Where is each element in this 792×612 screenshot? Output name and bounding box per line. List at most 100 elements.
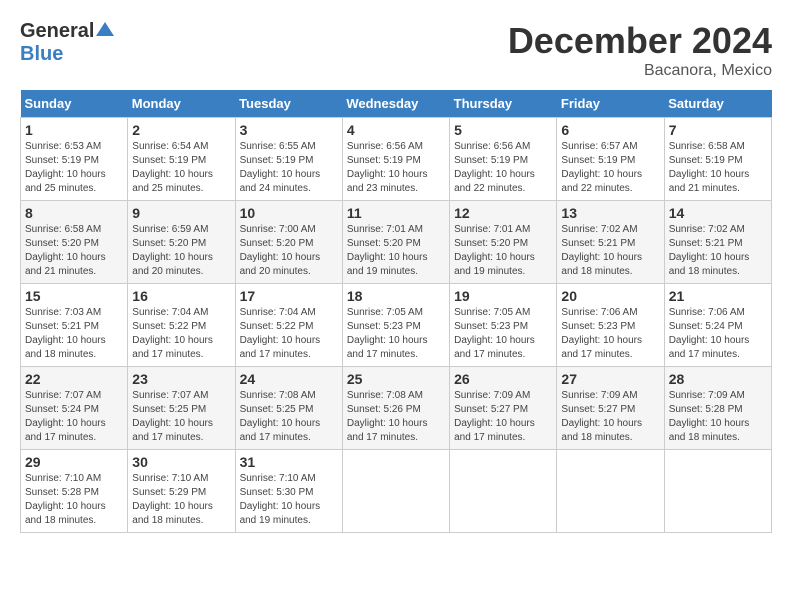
day-number: 16 <box>132 288 230 304</box>
calendar-cell: 2 Sunrise: 6:54 AM Sunset: 5:19 PM Daylig… <box>128 118 235 201</box>
calendar-week-row: 29Sunrise: 7:10 AM Sunset: 5:28 PM Dayli… <box>21 450 772 533</box>
calendar-cell: 5 Sunrise: 6:56 AM Sunset: 5:19 PM Daylig… <box>450 118 557 201</box>
day-header-friday: Friday <box>557 90 664 118</box>
day-info: Sunrise: 7:09 AM Sunset: 5:28 PM Dayligh… <box>669 389 767 445</box>
title-area: December 2024 Bacanora, Mexico <box>508 20 772 80</box>
calendar-cell: 11 Sunrise: 7:01 AM Sunset: 5:20 PM Dayli… <box>342 201 449 284</box>
day-number: 25 <box>347 371 445 387</box>
day-info: Sunrise: 6:56 AM Sunset: 5:19 PM Dayligh… <box>347 140 445 196</box>
day-info: Sunrise: 7:07 AM Sunset: 5:25 PM Dayligh… <box>132 389 230 445</box>
day-info: Sunrise: 7:02 AM Sunset: 5:21 PM Dayligh… <box>561 223 659 279</box>
calendar-cell: 12 Sunrise: 7:01 AM Sunset: 5:20 PM Dayli… <box>450 201 557 284</box>
day-info: Sunrise: 6:55 AM Sunset: 5:19 PM Dayligh… <box>240 140 338 196</box>
day-number: 21 <box>669 288 767 304</box>
day-info: Sunrise: 7:01 AM Sunset: 5:20 PM Dayligh… <box>347 223 445 279</box>
calendar-cell <box>557 450 664 533</box>
day-info: Sunrise: 7:04 AM Sunset: 5:22 PM Dayligh… <box>132 306 230 362</box>
day-number: 20 <box>561 288 659 304</box>
day-number: 15 <box>25 288 123 304</box>
calendar-cell: 14Sunrise: 7:02 AM Sunset: 5:21 PM Dayli… <box>664 201 771 284</box>
day-info: Sunrise: 6:57 AM Sunset: 5:19 PM Dayligh… <box>561 140 659 196</box>
day-info: Sunrise: 7:03 AM Sunset: 5:21 PM Dayligh… <box>25 306 123 362</box>
calendar-cell <box>342 450 449 533</box>
location-title: Bacanora, Mexico <box>508 62 772 80</box>
day-number: 11 <box>347 205 445 221</box>
calendar-cell: 4 Sunrise: 6:56 AM Sunset: 5:19 PM Daylig… <box>342 118 449 201</box>
day-number: 24 <box>240 371 338 387</box>
day-info: Sunrise: 7:10 AM Sunset: 5:29 PM Dayligh… <box>132 472 230 528</box>
logo-general-text: General <box>20 20 94 43</box>
day-info: Sunrise: 7:07 AM Sunset: 5:24 PM Dayligh… <box>25 389 123 445</box>
day-info: Sunrise: 6:53 AM Sunset: 5:19 PM Dayligh… <box>25 140 123 196</box>
day-number: 26 <box>454 371 552 387</box>
day-number: 8 <box>25 205 123 221</box>
day-number: 14 <box>669 205 767 221</box>
calendar-cell: 22 Sunrise: 7:07 AM Sunset: 5:24 PM Dayli… <box>21 367 128 450</box>
day-number: 22 <box>25 371 123 387</box>
day-info: Sunrise: 6:58 AM Sunset: 5:20 PM Dayligh… <box>25 223 123 279</box>
day-header-monday: Monday <box>128 90 235 118</box>
day-number: 19 <box>454 288 552 304</box>
calendar-cell: 19 Sunrise: 7:05 AM Sunset: 5:23 PM Dayli… <box>450 284 557 367</box>
calendar-cell: 17Sunrise: 7:04 AM Sunset: 5:22 PM Dayli… <box>235 284 342 367</box>
logo-blue-text: Blue <box>20 43 63 65</box>
day-number: 7 <box>669 122 767 138</box>
calendar-cell: 3Sunrise: 6:55 AM Sunset: 5:19 PM Daylig… <box>235 118 342 201</box>
day-number: 13 <box>561 205 659 221</box>
calendar-cell: 15 Sunrise: 7:03 AM Sunset: 5:21 PM Dayli… <box>21 284 128 367</box>
day-info: Sunrise: 7:08 AM Sunset: 5:25 PM Dayligh… <box>240 389 338 445</box>
day-number: 2 <box>132 122 230 138</box>
day-number: 23 <box>132 371 230 387</box>
day-number: 29 <box>25 454 123 470</box>
day-info: Sunrise: 7:06 AM Sunset: 5:23 PM Dayligh… <box>561 306 659 362</box>
day-info: Sunrise: 7:08 AM Sunset: 5:26 PM Dayligh… <box>347 389 445 445</box>
day-number: 5 <box>454 122 552 138</box>
calendar-cell: 20 Sunrise: 7:06 AM Sunset: 5:23 PM Dayli… <box>557 284 664 367</box>
logo: General Blue <box>20 20 114 66</box>
calendar-cell: 6 Sunrise: 6:57 AM Sunset: 5:19 PM Daylig… <box>557 118 664 201</box>
day-info: Sunrise: 6:56 AM Sunset: 5:19 PM Dayligh… <box>454 140 552 196</box>
day-number: 27 <box>561 371 659 387</box>
day-info: Sunrise: 6:58 AM Sunset: 5:19 PM Dayligh… <box>669 140 767 196</box>
calendar-cell: 8 Sunrise: 6:58 AM Sunset: 5:20 PM Daylig… <box>21 201 128 284</box>
calendar-cell: 1Sunrise: 6:53 AM Sunset: 5:19 PM Daylig… <box>21 118 128 201</box>
day-info: Sunrise: 7:09 AM Sunset: 5:27 PM Dayligh… <box>561 389 659 445</box>
calendar-week-row: 1Sunrise: 6:53 AM Sunset: 5:19 PM Daylig… <box>21 118 772 201</box>
day-info: Sunrise: 7:10 AM Sunset: 5:30 PM Dayligh… <box>240 472 338 528</box>
day-info: Sunrise: 6:54 AM Sunset: 5:19 PM Dayligh… <box>132 140 230 196</box>
calendar-cell: 7 Sunrise: 6:58 AM Sunset: 5:19 PM Daylig… <box>664 118 771 201</box>
day-number: 12 <box>454 205 552 221</box>
calendar-cell: 23 Sunrise: 7:07 AM Sunset: 5:25 PM Dayli… <box>128 367 235 450</box>
calendar-cell: 26Sunrise: 7:09 AM Sunset: 5:27 PM Dayli… <box>450 367 557 450</box>
calendar-cell: 28Sunrise: 7:09 AM Sunset: 5:28 PM Dayli… <box>664 367 771 450</box>
calendar-header-row: SundayMondayTuesdayWednesdayThursdayFrid… <box>21 90 772 118</box>
day-number: 18 <box>347 288 445 304</box>
day-number: 6 <box>561 122 659 138</box>
calendar-cell: 13 Sunrise: 7:02 AM Sunset: 5:21 PM Dayli… <box>557 201 664 284</box>
day-header-tuesday: Tuesday <box>235 90 342 118</box>
calendar-cell: 29Sunrise: 7:10 AM Sunset: 5:28 PM Dayli… <box>21 450 128 533</box>
month-title: December 2024 <box>508 20 772 62</box>
calendar-cell <box>664 450 771 533</box>
calendar-table: SundayMondayTuesdayWednesdayThursdayFrid… <box>20 90 772 533</box>
calendar-week-row: 22 Sunrise: 7:07 AM Sunset: 5:24 PM Dayli… <box>21 367 772 450</box>
day-info: Sunrise: 7:00 AM Sunset: 5:20 PM Dayligh… <box>240 223 338 279</box>
calendar-cell: 21 Sunrise: 7:06 AM Sunset: 5:24 PM Dayli… <box>664 284 771 367</box>
calendar-week-row: 15 Sunrise: 7:03 AM Sunset: 5:21 PM Dayli… <box>21 284 772 367</box>
page-header: General Blue December 2024 Bacanora, Mex… <box>20 20 772 80</box>
day-info: Sunrise: 6:59 AM Sunset: 5:20 PM Dayligh… <box>132 223 230 279</box>
day-info: Sunrise: 7:01 AM Sunset: 5:20 PM Dayligh… <box>454 223 552 279</box>
day-header-wednesday: Wednesday <box>342 90 449 118</box>
day-number: 10 <box>240 205 338 221</box>
day-number: 9 <box>132 205 230 221</box>
calendar-cell: 25 Sunrise: 7:08 AM Sunset: 5:26 PM Dayli… <box>342 367 449 450</box>
calendar-cell: 9 Sunrise: 6:59 AM Sunset: 5:20 PM Daylig… <box>128 201 235 284</box>
calendar-cell: 10 Sunrise: 7:00 AM Sunset: 5:20 PM Dayli… <box>235 201 342 284</box>
day-info: Sunrise: 7:05 AM Sunset: 5:23 PM Dayligh… <box>347 306 445 362</box>
day-info: Sunrise: 7:06 AM Sunset: 5:24 PM Dayligh… <box>669 306 767 362</box>
logo-triangle-icon <box>96 20 114 38</box>
calendar-week-row: 8 Sunrise: 6:58 AM Sunset: 5:20 PM Daylig… <box>21 201 772 284</box>
day-info: Sunrise: 7:04 AM Sunset: 5:22 PM Dayligh… <box>240 306 338 362</box>
day-number: 4 <box>347 122 445 138</box>
day-info: Sunrise: 7:05 AM Sunset: 5:23 PM Dayligh… <box>454 306 552 362</box>
